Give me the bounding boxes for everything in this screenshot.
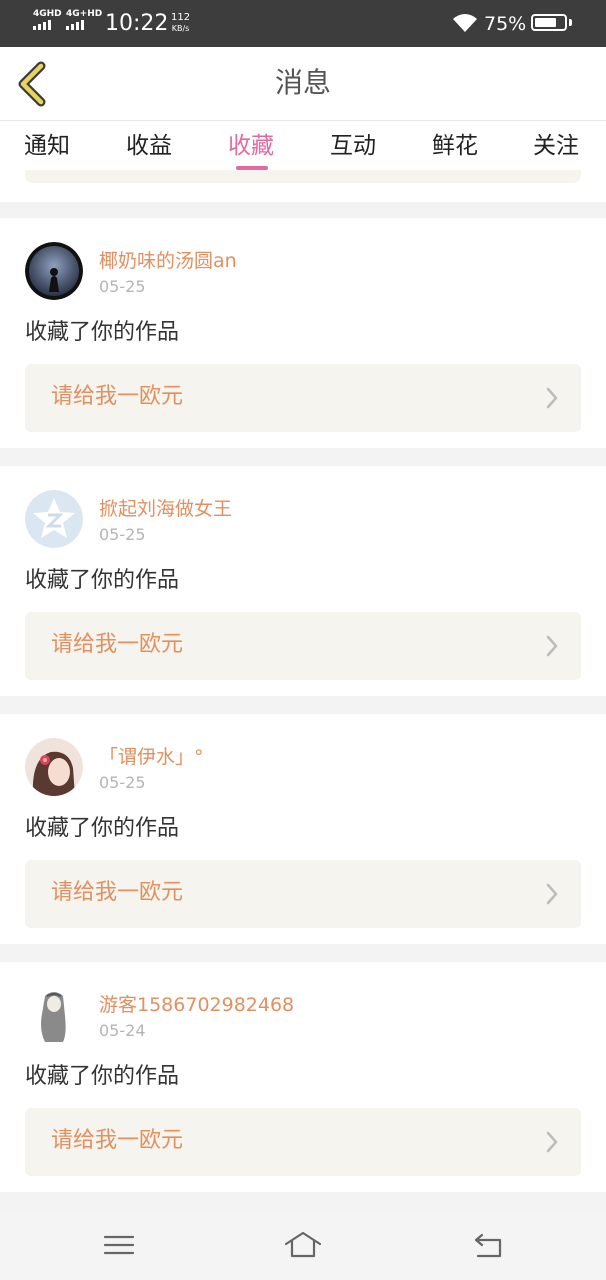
work-title: 请给我一欧元 xyxy=(51,1128,184,1153)
tab-notifications[interactable]: 通知 xyxy=(24,131,70,161)
tab-interactions[interactable]: 互动 xyxy=(330,131,376,161)
avatar-image xyxy=(25,986,83,1044)
avatar[interactable] xyxy=(25,738,83,796)
wifi-icon xyxy=(453,14,477,32)
timestamp: 05-25 xyxy=(99,773,146,792)
username[interactable]: 「谓伊水」° xyxy=(99,744,204,770)
battery-fill xyxy=(535,18,556,27)
chevron-right-icon xyxy=(546,883,558,905)
avatar[interactable] xyxy=(25,490,83,548)
network-speed: 112 KB/s xyxy=(171,12,190,34)
speed-unit: KB/s xyxy=(171,24,190,33)
work-link[interactable]: 请给我一欧元 xyxy=(25,1108,581,1176)
active-tab-indicator xyxy=(236,166,268,170)
tab-following[interactable]: 关注 xyxy=(533,131,579,161)
timestamp: 05-24 xyxy=(99,1021,146,1040)
home-button[interactable] xyxy=(283,1226,323,1262)
action-text: 收藏了你的作品 xyxy=(25,816,180,841)
username[interactable]: 掀起刘海做女王 xyxy=(99,496,232,522)
avatar[interactable] xyxy=(25,242,83,300)
work-link[interactable]: 请给我一欧元 xyxy=(25,364,581,432)
list-item: 游客1586702982468 05-24 收藏了你的作品 请给我一欧元 xyxy=(0,962,606,1192)
battery-tip xyxy=(569,19,572,26)
avatar-image xyxy=(25,738,83,796)
work-title: 请给我一欧元 xyxy=(51,384,184,409)
action-text: 收藏了你的作品 xyxy=(25,1064,180,1089)
network-label-1: 4GHD xyxy=(33,9,62,19)
avatar[interactable] xyxy=(25,986,83,1044)
tab-earnings[interactable]: 收益 xyxy=(126,131,172,161)
work-title: 请给我一欧元 xyxy=(51,632,184,657)
signal-1-icon xyxy=(33,20,51,30)
system-nav-bar xyxy=(0,1210,606,1280)
timestamp: 05-25 xyxy=(99,277,146,296)
menu-button[interactable] xyxy=(99,1226,139,1262)
battery-percent: 75% xyxy=(484,13,527,35)
default-avatar-icon xyxy=(25,490,83,548)
list-item: 掀起刘海做女王 05-25 收藏了你的作品 请给我一欧元 xyxy=(0,466,606,696)
list-item: 椰奶味的汤圆an 05-25 收藏了你的作品 请给我一欧元 xyxy=(0,218,606,448)
username[interactable]: 椰奶味的汤圆an xyxy=(99,248,237,274)
chevron-right-icon xyxy=(546,635,558,657)
signal-2-icon xyxy=(66,20,84,30)
previous-work-box xyxy=(25,170,581,183)
back-icon xyxy=(474,1233,502,1258)
tab-favorites[interactable]: 收藏 xyxy=(228,131,274,161)
work-link[interactable]: 请给我一欧元 xyxy=(25,612,581,680)
work-link[interactable]: 请给我一欧元 xyxy=(25,860,581,928)
home-icon xyxy=(284,1231,322,1258)
chevron-right-icon xyxy=(546,1131,558,1153)
speed-value: 112 xyxy=(171,12,191,23)
menu-icon xyxy=(103,1235,135,1255)
previous-card-tail xyxy=(0,170,606,202)
username[interactable]: 游客1586702982468 xyxy=(99,992,294,1018)
list-item: 「谓伊水」° 05-25 收藏了你的作品 请给我一欧元 xyxy=(0,714,606,944)
avatar-image xyxy=(25,242,83,300)
chevron-right-icon xyxy=(546,387,558,409)
battery-icon xyxy=(531,14,567,31)
action-text: 收藏了你的作品 xyxy=(25,320,180,345)
title-bar: 消息 xyxy=(0,47,606,121)
network-label-2: 4G+HD xyxy=(66,9,103,19)
action-text: 收藏了你的作品 xyxy=(25,568,180,593)
page-title: 消息 xyxy=(274,66,331,99)
back-nav-button[interactable] xyxy=(468,1226,508,1262)
timestamp: 05-25 xyxy=(99,525,146,544)
clock: 10:22 xyxy=(105,11,169,36)
status-bar: 4GHD 4G+HD 10:22 112 KB/s 75% xyxy=(0,0,606,47)
work-title: 请给我一欧元 xyxy=(51,880,184,905)
tab-flowers[interactable]: 鲜花 xyxy=(432,131,478,161)
